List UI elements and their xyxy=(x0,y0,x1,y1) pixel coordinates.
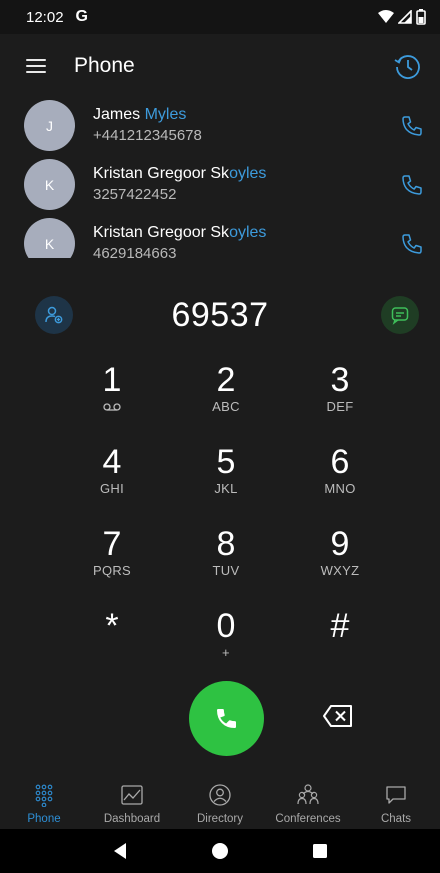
nav-chats[interactable]: Chats xyxy=(352,775,440,829)
contact-row[interactable]: K Kristan Gregoor Skoyles 3257422452 xyxy=(0,155,440,214)
nav-label: Conferences xyxy=(275,813,341,825)
system-navigation-bar xyxy=(0,829,440,873)
key-6[interactable]: 6 MNO xyxy=(283,439,397,521)
nav-directory[interactable]: Directory xyxy=(176,775,264,829)
nav-dashboard[interactable]: Dashboard xyxy=(88,775,176,829)
dialpad: 1 2 ABC 3 DEF 4 GHI 5 JKL 6 MNO 7 PQRS 8 TUV 9W… xyxy=(55,357,397,685)
bottom-navigation: Phone Dashboard Directory Conferences Ch… xyxy=(0,775,440,829)
battery-icon xyxy=(416,9,426,25)
conferences-icon xyxy=(297,784,319,805)
contact-number: 3257422452 xyxy=(93,186,177,203)
directory-icon xyxy=(209,784,231,806)
home-button[interactable] xyxy=(200,831,240,871)
key-star[interactable]: * xyxy=(55,603,169,685)
key-8[interactable]: 8 TUV xyxy=(169,521,283,603)
app-bar: Phone xyxy=(0,34,440,98)
phone-call-icon[interactable] xyxy=(400,232,424,256)
contact-name: Kristan Gregoor Skoyles xyxy=(93,165,267,182)
status-bar: 12:02 G xyxy=(0,0,440,34)
key-0[interactable]: 0 + xyxy=(169,603,283,685)
message-icon xyxy=(391,307,409,325)
contact-number: 4629184663 xyxy=(93,245,177,258)
send-message-button[interactable] xyxy=(381,296,419,334)
person-add-icon xyxy=(45,306,63,324)
hamburger-menu-icon[interactable] xyxy=(26,54,50,78)
nav-phone[interactable]: Phone xyxy=(0,775,88,829)
dialed-number[interactable]: 69537 xyxy=(171,296,268,335)
key-hash[interactable]: # xyxy=(283,603,397,685)
nav-conferences[interactable]: Conferences xyxy=(264,775,352,829)
backspace-icon[interactable] xyxy=(322,703,354,729)
back-button[interactable] xyxy=(100,831,140,871)
page-title: Phone xyxy=(74,54,135,77)
avatar: K xyxy=(24,218,75,258)
status-time: 12:02 xyxy=(26,8,64,26)
phone-icon xyxy=(216,708,236,728)
key-9[interactable]: 9 WXYZ xyxy=(283,521,397,603)
phone-screen: 12:02 G Phone J James Myles +44121234567… xyxy=(0,0,440,873)
wifi-icon xyxy=(378,10,394,23)
key-2[interactable]: 2 ABC xyxy=(169,357,283,439)
nav-label: Phone xyxy=(27,813,61,825)
nav-label: Dashboard xyxy=(103,813,161,825)
recents-button[interactable] xyxy=(300,831,340,871)
home-circle-icon xyxy=(212,843,228,859)
dashboard-chart-icon xyxy=(121,785,143,805)
phone-call-icon[interactable] xyxy=(400,173,424,197)
recents-square-icon xyxy=(313,844,327,858)
dialpad-icon xyxy=(35,784,53,807)
voicemail-icon xyxy=(103,403,121,411)
chat-bubble-icon xyxy=(386,786,406,804)
contact-number: +441212345678 xyxy=(93,127,202,144)
call-button[interactable] xyxy=(189,681,264,756)
signal-icon xyxy=(398,10,412,24)
key-3[interactable]: 3 DEF xyxy=(283,357,397,439)
google-g-icon: G xyxy=(75,8,88,25)
contact-row[interactable]: K Kristan Gregoor Skoyles 4629184663 xyxy=(0,214,440,258)
history-icon[interactable] xyxy=(392,51,422,81)
nav-label: Chats xyxy=(380,813,412,825)
key-5[interactable]: 5 JKL xyxy=(169,439,283,521)
avatar: K xyxy=(24,159,75,210)
contact-name: Kristan Gregoor Skoyles xyxy=(93,224,267,241)
contact-suggestions-list: J James Myles +441212345678 K Kristan Gr… xyxy=(0,96,440,258)
key-7[interactable]: 7 PQRS xyxy=(55,521,169,603)
number-display-row: 69537 xyxy=(0,286,440,344)
avatar: J xyxy=(24,100,75,151)
contact-name: James Myles xyxy=(93,106,187,123)
contact-row[interactable]: J James Myles +441212345678 xyxy=(0,96,440,155)
key-4[interactable]: 4 GHI xyxy=(55,439,169,521)
back-triangle-icon xyxy=(114,843,126,859)
add-contact-button[interactable] xyxy=(35,296,73,334)
phone-call-icon[interactable] xyxy=(400,114,424,138)
key-1[interactable]: 1 xyxy=(55,357,169,439)
nav-label: Directory xyxy=(196,813,243,825)
